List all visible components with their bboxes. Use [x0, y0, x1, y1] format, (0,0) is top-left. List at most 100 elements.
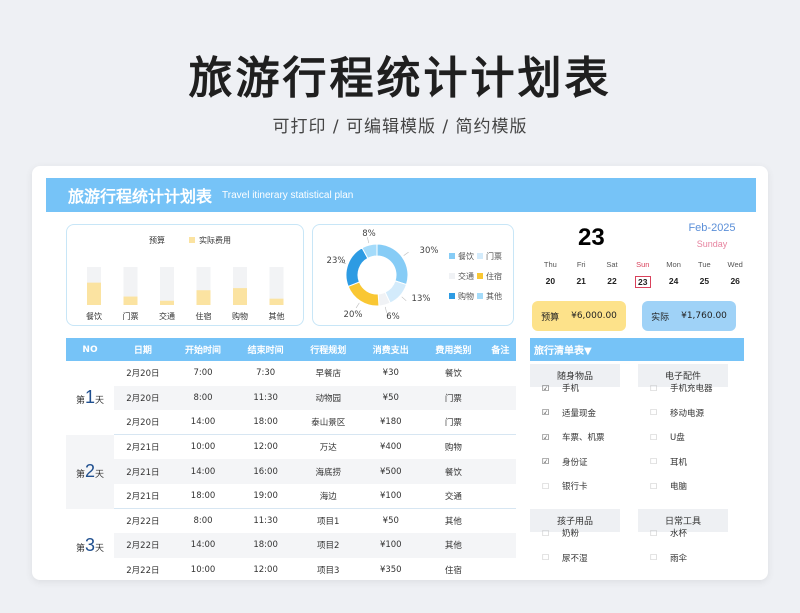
- date-cell[interactable]: 2月21日: [114, 435, 172, 460]
- category-cell[interactable]: 交通: [422, 483, 485, 510]
- checklist-item[interactable]: ☐ 电脑: [650, 474, 687, 498]
- day-number-cell[interactable]: 第2天: [66, 434, 114, 509]
- checkbox-unchecked-icon[interactable]: ☐: [650, 433, 664, 442]
- expense-cell[interactable]: ¥100: [359, 483, 423, 510]
- start-time-cell[interactable]: 7:00: [172, 361, 235, 386]
- start-time-cell[interactable]: 14:00: [171, 410, 235, 436]
- checklist-dropdown[interactable]: 旅行清单表▼: [530, 338, 744, 361]
- date-cell[interactable]: 2月20日: [114, 361, 172, 386]
- category-cell[interactable]: 购物: [422, 435, 485, 460]
- column-header[interactable]: 开始时间: [171, 338, 235, 361]
- date-cell[interactable]: 2月21日: [114, 483, 172, 510]
- note-cell[interactable]: [485, 361, 516, 386]
- end-time-cell[interactable]: 12:00: [234, 557, 297, 580]
- start-time-cell[interactable]: 8:00: [171, 385, 235, 411]
- column-header[interactable]: 结束时间: [234, 338, 297, 361]
- checklist-item[interactable]: ☐ 手机充电器: [650, 376, 713, 400]
- calendar-day-cell[interactable]: Fri 21: [566, 260, 597, 288]
- expense-cell[interactable]: ¥180: [359, 410, 423, 436]
- date-cell[interactable]: 2月20日: [114, 410, 172, 436]
- checkbox-unchecked-icon[interactable]: ☐: [542, 553, 556, 562]
- category-cell[interactable]: 其他: [422, 533, 485, 558]
- checkbox-unchecked-icon[interactable]: ☐: [650, 553, 664, 562]
- end-time-cell[interactable]: 11:30: [234, 509, 297, 534]
- checkbox-unchecked-icon[interactable]: ☐: [542, 529, 556, 538]
- checklist-item[interactable]: ☐ 奶粉: [542, 521, 579, 545]
- checklist-item[interactable]: ☑ 车票、机票: [542, 425, 605, 449]
- checklist-item[interactable]: ☑ 适量现金: [542, 401, 596, 425]
- checkbox-unchecked-icon[interactable]: ☐: [542, 482, 556, 491]
- note-cell[interactable]: [484, 483, 516, 510]
- checkbox-unchecked-icon[interactable]: ☐: [650, 408, 664, 417]
- category-cell[interactable]: 餐饮: [422, 361, 485, 386]
- plan-cell[interactable]: 海底捞: [296, 459, 360, 484]
- calendar-day-cell[interactable]: Tue 25: [689, 260, 720, 288]
- column-header[interactable]: 日期: [114, 338, 172, 361]
- category-cell[interactable]: 门票: [422, 385, 485, 411]
- start-time-cell[interactable]: 14:00: [171, 533, 235, 558]
- end-time-cell[interactable]: 7:30: [234, 361, 297, 386]
- plan-cell[interactable]: 海边: [296, 483, 360, 510]
- expense-cell[interactable]: ¥50: [359, 509, 422, 534]
- plan-cell[interactable]: 项目3: [296, 557, 360, 580]
- end-time-cell[interactable]: 11:30: [234, 385, 297, 411]
- date-cell[interactable]: 2月20日: [114, 385, 172, 411]
- checklist-item[interactable]: ☑ 手机: [542, 376, 579, 400]
- checklist-item[interactable]: ☐ U盘: [650, 425, 685, 449]
- day-number-cell[interactable]: 第1天: [66, 361, 114, 435]
- category-cell[interactable]: 住宿: [422, 557, 485, 580]
- plan-cell[interactable]: 项目2: [296, 533, 360, 558]
- plan-cell[interactable]: 早餐店: [297, 361, 360, 386]
- column-header[interactable]: 费用类别: [422, 338, 485, 361]
- end-time-cell[interactable]: 18:00: [234, 533, 297, 558]
- expense-cell[interactable]: ¥100: [359, 533, 423, 558]
- checkbox-unchecked-icon[interactable]: ☐: [650, 529, 664, 538]
- calendar-day-cell[interactable]: Wed 26: [720, 260, 751, 288]
- start-time-cell[interactable]: 18:00: [171, 483, 235, 510]
- column-header[interactable]: NO: [66, 338, 114, 361]
- expense-cell[interactable]: ¥400: [359, 435, 422, 460]
- expense-cell[interactable]: ¥30: [359, 361, 422, 386]
- checklist-item[interactable]: ☐ 水杯: [650, 521, 687, 545]
- end-time-cell[interactable]: 18:00: [234, 410, 297, 436]
- end-time-cell[interactable]: 19:00: [234, 483, 297, 510]
- category-cell[interactable]: 门票: [422, 410, 485, 436]
- calendar-day-cell[interactable]: Sun 23: [627, 260, 658, 288]
- plan-cell[interactable]: 动物园: [296, 385, 360, 411]
- column-header[interactable]: 备注: [484, 338, 516, 361]
- checkbox-checked-icon[interactable]: ☑: [542, 433, 556, 442]
- plan-cell[interactable]: 万达: [297, 435, 360, 460]
- checklist-item[interactable]: ☐ 耳机: [650, 450, 687, 474]
- checklist-item[interactable]: ☐ 银行卡: [542, 474, 588, 498]
- calendar-day-cell[interactable]: Mon 24: [658, 260, 689, 288]
- start-time-cell[interactable]: 8:00: [172, 509, 235, 534]
- checklist-item[interactable]: ☐ 移动电源: [650, 401, 704, 425]
- calendar-day-cell[interactable]: Thu 20: [535, 260, 566, 288]
- plan-cell[interactable]: 项目1: [297, 509, 360, 534]
- start-time-cell[interactable]: 10:00: [171, 557, 235, 580]
- note-cell[interactable]: [484, 385, 516, 411]
- checkbox-unchecked-icon[interactable]: ☐: [650, 482, 664, 491]
- note-cell[interactable]: [484, 410, 516, 436]
- column-header[interactable]: 行程规划: [296, 338, 360, 361]
- plan-cell[interactable]: 泰山景区: [296, 410, 360, 436]
- note-cell[interactable]: [484, 533, 516, 558]
- date-cell[interactable]: 2月22日: [114, 509, 172, 534]
- checklist-item[interactable]: ☑ 身份证: [542, 450, 588, 474]
- expense-cell[interactable]: ¥50: [359, 385, 423, 411]
- checkbox-unchecked-icon[interactable]: ☐: [650, 457, 664, 466]
- expense-cell[interactable]: ¥350: [359, 557, 423, 580]
- category-cell[interactable]: 餐饮: [422, 459, 485, 484]
- note-cell[interactable]: [484, 459, 516, 484]
- date-cell[interactable]: 2月22日: [114, 557, 172, 580]
- note-cell[interactable]: [485, 435, 516, 460]
- note-cell[interactable]: [484, 557, 516, 580]
- column-header[interactable]: 消费支出: [359, 338, 423, 361]
- checklist-item[interactable]: ☐ 雨伞: [650, 546, 687, 570]
- expense-cell[interactable]: ¥500: [359, 459, 423, 484]
- end-time-cell[interactable]: 16:00: [234, 459, 297, 484]
- start-time-cell[interactable]: 14:00: [171, 459, 235, 484]
- day-number-cell[interactable]: 第3天: [66, 508, 114, 580]
- category-cell[interactable]: 其他: [422, 509, 485, 534]
- checkbox-checked-icon[interactable]: ☑: [542, 384, 556, 393]
